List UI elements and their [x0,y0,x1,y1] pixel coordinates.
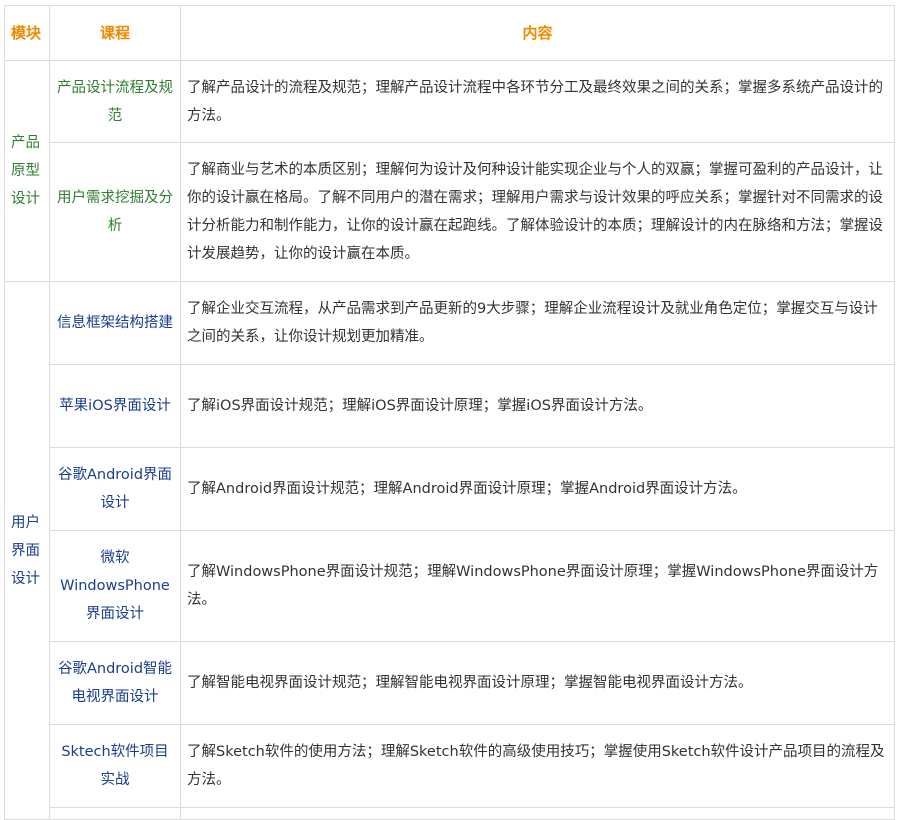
header-course: 课程 [49,5,181,61]
content-cell: 了解Android界面设计规范；理解Android界面设计原理；掌握Androi… [180,447,895,531]
course-table: 模块 课程 内容 产品原型设计 产品设计流程及规范 了解产品设计的流程及规范；理… [4,5,895,820]
header-row: 模块 课程 内容 [4,5,895,61]
content-cell: 了解WindowsPhone界面设计规范；理解WindowsPhone界面设计原… [180,530,895,642]
course-cell: 苹果iOS界面设计 [49,364,181,448]
table-row: Sktech软件项目实战 了解Sketch软件的使用方法；理解Sketch软件的… [5,724,895,808]
table-row: 产品原型设计 产品设计流程及规范 了解产品设计的流程及规范；理解产品设计流程中各… [4,60,895,282]
content-cell: 了解企业交互流程，从产品需求到产品更新的9大步骤；理解企业流程设计及就业角色定位… [180,281,895,365]
header-content: 内容 [180,5,895,61]
content-cell: 了解Sketch软件的使用方法；理解Sketch软件的高级使用技巧；掌握使用Sk… [180,724,895,808]
table-row: 微软WindowsPhone界面设计 了解WindowsPhone界面设计规范；… [5,530,895,642]
table-row: 谷歌Android界面设计 了解Android界面设计规范；理解Android界… [5,447,895,531]
header-module: 模块 [4,5,50,61]
course-cell: Sktech软件项目实战 [49,724,181,808]
course-cell: 谷歌Android智能电视界面设计 [49,641,181,725]
course-cell: 信息框架结构搭建 [49,281,181,365]
table-row: 用户需求挖掘及分析 了解商业与艺术的本质区别；理解何为设计及何种设计能实现企业与… [5,142,895,282]
content-cell: 了解iOS界面设计规范；理解iOS界面设计原理；掌握iOS界面设计方法。 [180,364,895,448]
course-cell: 谷歌Android界面设计 [49,447,181,531]
table-row: 苹果iOS界面设计 了解iOS界面设计规范；理解iOS界面设计原理；掌握iOS界… [5,364,895,448]
module-cell: 产品原型设计 [4,60,50,282]
course-cell-empty [49,807,181,820]
content-cell-empty [180,807,895,820]
content-cell: 了解智能电视界面设计规范；理解智能电视界面设计原理；掌握智能电视界面设计方法。 [180,641,895,725]
content-cell: 了解产品设计的流程及规范；理解产品设计流程中各环节分工及最终效果之间的关系；掌握… [180,60,895,143]
table-row: 用户界面设计 信息框架结构搭建 了解企业交互流程，从产品需求到产品更新的9大步骤… [4,281,895,820]
content-cell: 了解商业与艺术的本质区别；理解何为设计及何种设计能实现企业与个人的双赢；掌握可盈… [180,142,895,282]
course-cell: 微软WindowsPhone界面设计 [49,530,181,642]
course-cell: 产品设计流程及规范 [49,60,181,143]
table-row-partial [5,807,895,820]
table-row: 谷歌Android智能电视界面设计 了解智能电视界面设计规范；理解智能电视界面设… [5,641,895,725]
course-cell: 用户需求挖掘及分析 [49,142,181,282]
module-cell: 用户界面设计 [4,281,50,820]
